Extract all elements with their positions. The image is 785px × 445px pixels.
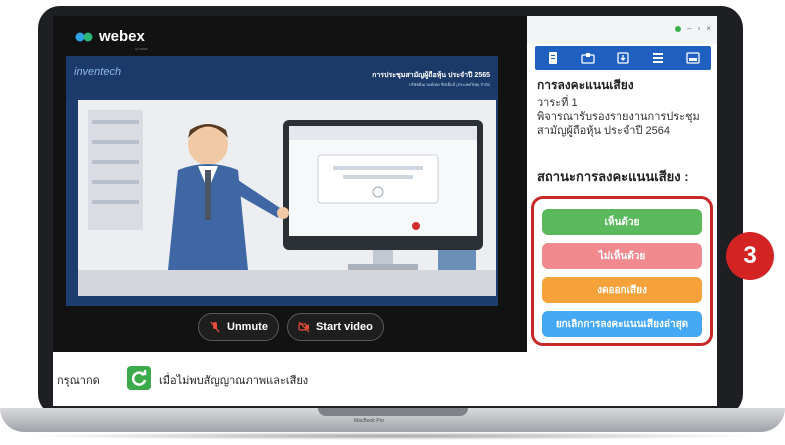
shared-presentation: inventech การประชุมสามัญผู้ถือหุ้น ประจำ… (66, 56, 498, 306)
vote-approve-button[interactable]: เห็นด้วย (542, 209, 702, 235)
refresh-icon[interactable] (127, 366, 151, 390)
video-off-icon (298, 321, 310, 333)
laptop-screen: webex CLASSIC inventech การประชุมสามัญผู… (53, 16, 717, 406)
laptop-shadow (20, 432, 765, 440)
slide-brand: inventech (74, 66, 122, 78)
laptop-notch (318, 408, 468, 416)
window-controls: – ▫ × (675, 24, 711, 33)
agenda-description: พิจารณารับรองรายงานการประชุมสามัญผู้ถือห… (537, 111, 700, 137)
voting-panel: – ▫ × การลงคะแนนเสียง วาระที่ 1 พิจารณาร… (527, 16, 717, 406)
microphone-muted-icon (210, 321, 220, 333)
panel-tab-bar (535, 46, 711, 70)
close-icon[interactable]: × (706, 24, 711, 33)
meeting-controls: Unmute Start video (198, 313, 384, 341)
status-dot-icon (675, 25, 682, 32)
ballot-icon[interactable] (581, 51, 595, 65)
step-number-badge: 3 (726, 232, 774, 280)
presenter-illustration (78, 110, 496, 296)
start-video-label: Start video (315, 321, 373, 333)
unmute-label: Unmute (227, 321, 268, 333)
webex-app-name: webex (99, 28, 145, 45)
agenda-number: วาระที่ 1 (537, 97, 578, 109)
unmute-button[interactable]: Unmute (198, 313, 279, 341)
vote-abstain-button[interactable]: งดออกเสียง (542, 277, 702, 303)
slide-subtitle: บริษัทอินเวนท์เทค ซิสเท็มส์ (ประเทศไทย) … (409, 82, 490, 87)
maximize-icon[interactable]: ▫ (697, 24, 700, 33)
notice-suffix: เมื่อไม่พบสัญญาณภาพและเสียง (159, 375, 309, 387)
document-icon[interactable] (546, 51, 560, 65)
slide-illustration (78, 100, 496, 296)
voting-status-label: สถานะการลงคะแนนเสียง : (537, 169, 689, 184)
start-video-button[interactable]: Start video (286, 313, 384, 341)
voting-heading: การลงคะแนนเสียง (537, 78, 634, 92)
vote-options-highlight: เห็นด้วย ไม่เห็นด้วย งดออกเสียง ยกเลิกกา… (531, 196, 713, 346)
vote-disapprove-button[interactable]: ไม่เห็นด้วย (542, 243, 702, 269)
laptop-brand-label: MacBook Pro (354, 418, 385, 424)
panel-title-bar: – ▫ × (527, 16, 717, 44)
minimize-icon[interactable]: – (687, 24, 691, 33)
webex-logo-icon (75, 32, 93, 41)
list-icon[interactable] (651, 51, 665, 65)
notice-prefix: กรุณากด (57, 375, 100, 387)
agenda-text: วาระที่ 1 พิจารณารับรองรายงานการประชุมสา… (537, 96, 709, 138)
slide-header: inventech การประชุมสามัญผู้ถือหุ้น ประจำ… (66, 56, 498, 98)
webex-meeting-area: webex CLASSIC inventech การประชุมสามัญผู… (53, 16, 527, 352)
cancel-last-vote-button[interactable]: ยกเลิกการลงคะแนนเสียงล่าสุด (542, 311, 702, 337)
download-icon[interactable] (616, 51, 630, 65)
webex-subtitle: CLASSIC (135, 47, 148, 51)
webex-logo: webex (75, 28, 145, 45)
language-icon[interactable] (686, 51, 700, 65)
refresh-notice: กรุณากด เมื่อไม่พบสัญญาณภาพและเสียง (53, 352, 527, 406)
slide-title: การประชุมสามัญผู้ถือหุ้น ประจำปี 2565 (372, 72, 490, 79)
